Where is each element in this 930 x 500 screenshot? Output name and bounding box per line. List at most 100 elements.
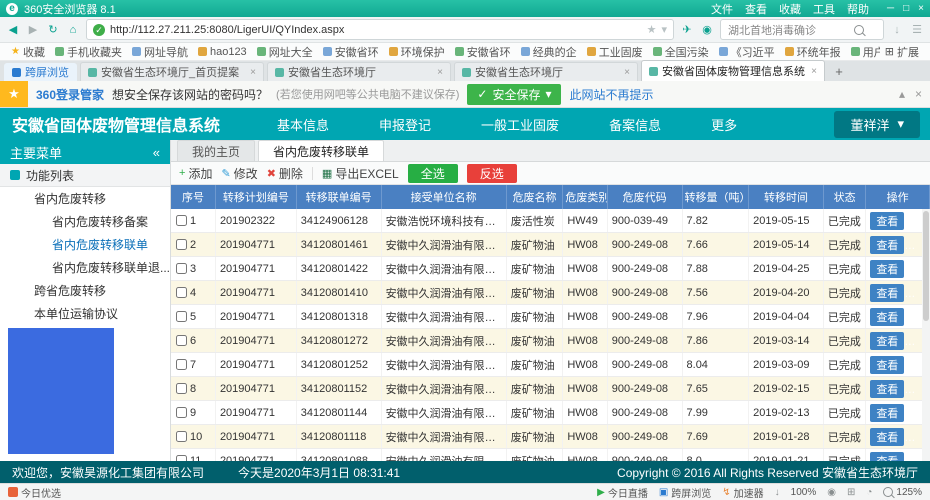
history-button[interactable]: ◔ — [866, 487, 872, 498]
scrollbar-thumb[interactable] — [923, 211, 929, 321]
browser-tab[interactable]: 安徽省生态环境厅 × — [267, 62, 451, 81]
minimize-button[interactable]: ─ — [887, 3, 894, 14]
menu-item[interactable]: 文件 — [711, 1, 733, 17]
refresh-icon[interactable]: ↻ — [46, 23, 60, 36]
bookmark-item[interactable]: 安徽省环 — [450, 44, 516, 60]
collapse-notification-icon[interactable]: ▴ — [899, 87, 905, 101]
view-button[interactable]: 查看 — [870, 332, 904, 350]
row-checkbox[interactable] — [176, 431, 187, 442]
zoom-control[interactable]: 125% — [883, 487, 922, 498]
app-nav-item[interactable]: 更多 — [711, 115, 737, 134]
home-icon[interactable]: ⌂ — [66, 24, 80, 36]
bookmark-item[interactable]: 网址导航 — [127, 44, 193, 60]
view-button[interactable]: 查看 — [870, 452, 904, 462]
bookmark-item[interactable]: 用户登陆 — [846, 44, 880, 60]
url-dropdown-icon[interactable]: ▾ — [661, 23, 667, 36]
browser-menu-icon[interactable]: ☰ — [910, 23, 924, 36]
add-button[interactable]: + 添加 — [179, 165, 212, 182]
layout-button[interactable]: ⊞ — [847, 487, 855, 498]
app-nav-item[interactable]: 一般工业固废 — [481, 115, 559, 134]
row-checkbox[interactable] — [176, 311, 187, 322]
table-header-cell[interactable]: 操作 — [866, 185, 930, 209]
browser-tab[interactable]: 安徽省生态环境厅 × — [454, 62, 638, 81]
table-header-cell[interactable]: 转移量（吨） — [682, 185, 749, 209]
content-tab[interactable]: 省内危废转移联单 — [258, 140, 384, 161]
favorites-button[interactable]: ★ 收藏 — [6, 44, 50, 60]
network-speed[interactable]: 100% — [791, 487, 817, 498]
sidebar-item[interactable]: 省内危废转移联单 — [0, 233, 170, 256]
edit-button[interactable]: ✎ 修改 — [221, 165, 257, 182]
delete-button[interactable]: ✖ 删除 — [267, 165, 303, 182]
user-menu[interactable]: 董祥洋 ▾ — [834, 111, 920, 138]
table-header-cell[interactable]: 转移联单编号 — [296, 185, 381, 209]
table-header-cell[interactable]: 接受单位名称 — [381, 185, 506, 209]
menu-item[interactable]: 工具 — [813, 1, 835, 17]
tab-close-icon[interactable]: × — [250, 67, 256, 78]
row-checkbox[interactable] — [176, 263, 187, 274]
view-button[interactable]: 查看 — [870, 404, 904, 422]
menu-item[interactable]: 帮助 — [847, 1, 869, 17]
row-checkbox[interactable] — [176, 407, 187, 418]
save-dropdown-icon[interactable]: ▾ — [545, 87, 551, 101]
extensions-button[interactable]: ⊞ 扩展 — [880, 44, 924, 60]
app-nav-item[interactable]: 申报登记 — [379, 115, 431, 134]
bookmark-item[interactable]: 《习近平 — [714, 44, 780, 60]
tab-close-icon[interactable]: × — [437, 67, 443, 78]
new-tab-button[interactable]: + — [828, 63, 850, 81]
save-password-button[interactable]: ✓ 安全保存 ▾ — [467, 84, 561, 105]
browser-tab[interactable]: 安徽省固体废物管理信息系统 × — [641, 60, 825, 81]
view-button[interactable]: 查看 — [870, 428, 904, 446]
row-checkbox[interactable] — [176, 455, 187, 461]
table-header-cell[interactable]: 转移计划编号 — [215, 185, 296, 209]
forward-icon[interactable]: ▶ — [26, 23, 40, 36]
menu-item[interactable]: 查看 — [745, 1, 767, 17]
view-button[interactable]: 查看 — [870, 380, 904, 398]
close-notification-icon[interactable]: × — [915, 87, 922, 101]
search-icon[interactable] — [854, 25, 864, 35]
url-box[interactable]: ✓ http://112.27.211.25:8080/LigerUI/QYIn… — [86, 19, 674, 40]
cross-screen-status-button[interactable]: ▣ 跨屏浏览 — [659, 485, 711, 500]
sidebar-item[interactable]: 省内危废转移备案 — [0, 210, 170, 233]
view-button[interactable]: 查看 — [870, 212, 904, 230]
screenshot-icon[interactable]: ◉ — [700, 23, 714, 36]
snapshot-button[interactable]: ◉ — [827, 487, 836, 498]
bookmark-item[interactable]: 环统年报 — [780, 44, 846, 60]
view-button[interactable]: 查看 — [870, 236, 904, 254]
view-button[interactable]: 查看 — [870, 356, 904, 374]
table-scrollbar[interactable] — [922, 209, 930, 461]
table-header-cell[interactable]: 状态 — [823, 185, 865, 209]
cross-screen-button[interactable]: 跨屏浏览 — [4, 63, 77, 81]
row-checkbox[interactable] — [176, 335, 187, 346]
bookmark-item[interactable]: 手机收藏夹 — [50, 44, 127, 60]
sidebar-item[interactable]: 省内危废转移联单退... — [0, 256, 170, 279]
maximize-button[interactable]: □ — [903, 3, 909, 14]
back-icon[interactable]: ◀ — [6, 23, 20, 36]
daily-picks-button[interactable]: 今日优选 — [8, 485, 61, 500]
live-button[interactable]: ▶ 今日直播 — [597, 485, 648, 500]
export-excel-button[interactable]: ▦ 导出EXCEL — [322, 165, 399, 182]
table-header-cell[interactable]: 危废类别 — [563, 185, 607, 209]
dismiss-site-link[interactable]: 此网站不再提示 — [569, 86, 653, 103]
bookmark-item[interactable]: 经典的企 — [516, 44, 582, 60]
sidebar-collapse-icon[interactable]: « — [153, 145, 160, 160]
row-checkbox[interactable] — [176, 239, 187, 250]
bookmark-item[interactable]: 环境保护 — [384, 44, 450, 60]
row-checkbox[interactable] — [176, 359, 187, 370]
bookmark-item[interactable]: 网址大全 — [252, 44, 318, 60]
bookmark-item[interactable]: 安徽省环 — [318, 44, 384, 60]
row-checkbox[interactable] — [176, 383, 187, 394]
row-checkbox[interactable] — [176, 215, 187, 226]
tab-close-icon[interactable]: × — [811, 66, 817, 77]
view-button[interactable]: 查看 — [870, 260, 904, 278]
table-header-cell[interactable]: 危废代码 — [607, 185, 682, 209]
view-button[interactable]: 查看 — [870, 308, 904, 326]
view-button[interactable]: 查看 — [870, 284, 904, 302]
share-icon[interactable]: ✈ — [680, 23, 694, 36]
url-input[interactable]: http://112.27.211.25:8080/LigerUI/QYInde… — [110, 24, 642, 36]
bookmark-item[interactable]: 全国污染 — [648, 44, 714, 60]
close-button[interactable]: × — [918, 3, 924, 14]
sidebar-item[interactable]: 跨省危废转移 — [0, 279, 170, 302]
content-tab[interactable]: 我的主页 — [177, 140, 255, 161]
app-nav-item[interactable]: 备案信息 — [609, 115, 661, 134]
search-input[interactable] — [726, 23, 850, 37]
